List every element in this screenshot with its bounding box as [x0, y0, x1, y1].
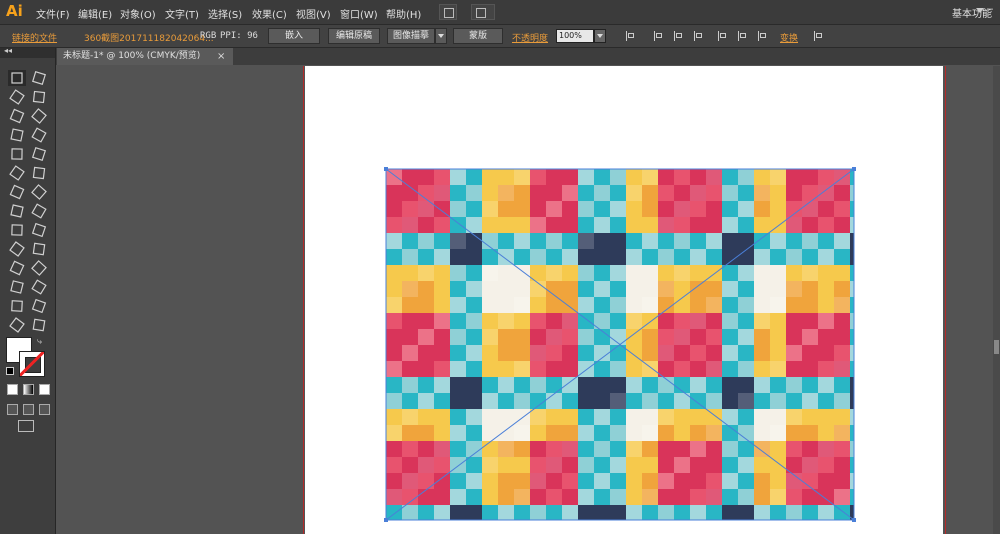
blob-brush-tool-icon[interactable] — [8, 165, 26, 181]
image-trace-dropdown[interactable] — [435, 28, 447, 44]
edit-original-button[interactable]: 编辑原稿 — [328, 28, 380, 44]
scrollbar-thumb[interactable] — [994, 340, 999, 354]
menu-effect[interactable]: 效果(C) — [252, 6, 287, 21]
hand-tool-icon[interactable] — [8, 317, 26, 333]
rotate-tool-icon[interactable] — [8, 184, 26, 200]
zoom-tool-icon[interactable] — [30, 317, 48, 333]
opacity-dropdown[interactable] — [594, 29, 606, 43]
artboard-right-edge — [945, 66, 946, 534]
document-tab-title: 未标题-1* @ 100% (CMYK/预览) — [63, 51, 201, 61]
align-right-icon[interactable] — [692, 30, 704, 42]
rectangle-tool-icon[interactable] — [30, 127, 48, 143]
linked-file-link[interactable]: 链接的文件 — [12, 31, 57, 44]
ppi-value: PPI: 96 — [220, 31, 258, 41]
pen-tool-icon[interactable] — [8, 108, 26, 124]
chevron-down-icon — [597, 34, 603, 38]
align-center-icon[interactable] — [672, 30, 684, 42]
tools-panel: ◂◂ ⤷ — [0, 46, 56, 534]
scale-tool-icon[interactable] — [30, 184, 48, 200]
swap-colors-icon[interactable]: ⤷ — [37, 337, 42, 347]
width-tool-icon[interactable] — [8, 203, 26, 219]
shape-builder-tool-icon[interactable] — [8, 222, 26, 238]
resize-handle[interactable] — [852, 518, 856, 522]
graph-tool-icon[interactable] — [30, 222, 48, 238]
screen-mode-icon[interactable] — [18, 420, 34, 432]
close-icon[interactable]: × — [217, 48, 225, 65]
workspace-switcher[interactable]: 基本功能 — [952, 5, 992, 20]
mask-button[interactable]: 蒙版 — [453, 28, 503, 44]
vertical-scrollbar[interactable] — [993, 66, 1000, 534]
draw-normal-icon[interactable] — [7, 404, 18, 415]
bridge-icon[interactable] — [439, 4, 457, 20]
blend-tool-icon[interactable] — [30, 260, 48, 276]
resize-handle[interactable] — [384, 167, 388, 171]
menu-type[interactable]: 文字(T) — [165, 6, 199, 21]
align-to-icon[interactable] — [624, 30, 636, 42]
lasso-tool-icon[interactable] — [30, 89, 48, 105]
align-middle-icon[interactable] — [736, 30, 748, 42]
menu-view[interactable]: 视图(V) — [296, 6, 331, 21]
document-tabs: 未标题-1* @ 100% (CMYK/预览) × — [56, 48, 1000, 65]
free-transform-tool-icon[interactable] — [30, 203, 48, 219]
eyedropper-tool-icon[interactable] — [8, 260, 26, 276]
chevron-down-icon — [438, 34, 444, 38]
paintbrush-tool-icon[interactable] — [8, 146, 26, 162]
menu-edit[interactable]: 编辑(E) — [78, 6, 112, 21]
gradient-mode-icon[interactable] — [23, 384, 34, 395]
arrange-documents-icon[interactable] — [471, 4, 495, 20]
line-tool-icon[interactable] — [8, 127, 26, 143]
eraser-tool-icon[interactable] — [30, 165, 48, 181]
tools-panel-header: ◂◂ — [0, 46, 55, 58]
collapse-icon[interactable]: ◂◂ — [4, 46, 12, 55]
opacity-field[interactable]: 100% — [556, 29, 594, 43]
draw-behind-icon[interactable] — [23, 404, 34, 415]
selection-bounding-box[interactable] — [380, 163, 860, 526]
menu-bar: Ai 文件(F) 编辑(E) 对象(O) 文字(T) 选择(S) 效果(C) 视… — [0, 0, 1000, 25]
menu-object[interactable]: 对象(O) — [120, 6, 156, 21]
column-graph-tool-icon[interactable] — [30, 279, 48, 295]
control-bar: 链接的文件 360截图2017111820420​64... RGB PPI: … — [0, 25, 1000, 48]
resize-handle[interactable] — [852, 167, 856, 171]
transform-link[interactable]: 变换 — [780, 31, 798, 44]
selection-tool-icon[interactable] — [8, 70, 26, 86]
symbol-sprayer-tool-icon[interactable] — [8, 279, 26, 295]
app-logo: Ai — [6, 2, 23, 20]
magic-wand-tool-icon[interactable] — [8, 89, 26, 105]
file-name-link[interactable]: 360截图2017111820420​64... — [84, 31, 214, 44]
slice-tool-icon[interactable] — [30, 298, 48, 314]
direct-selection-tool-icon[interactable] — [30, 70, 48, 86]
minimize-icon[interactable]: – — [988, 2, 994, 15]
embed-button[interactable]: 嵌入 — [268, 28, 320, 44]
mesh-tool-icon[interactable] — [8, 241, 26, 257]
document-tab[interactable]: 未标题-1* @ 100% (CMYK/预览) × — [57, 48, 233, 65]
resize-handle[interactable] — [384, 518, 388, 522]
isolate-icon[interactable] — [812, 30, 824, 42]
menu-file[interactable]: 文件(F) — [36, 6, 70, 21]
gradient-tool-icon[interactable] — [30, 241, 48, 257]
align-top-icon[interactable] — [716, 30, 728, 42]
type-tool-icon[interactable] — [30, 108, 48, 124]
menu-select[interactable]: 选择(S) — [208, 6, 242, 21]
menu-window[interactable]: 窗口(W) — [340, 6, 378, 21]
none-mode-icon[interactable] — [39, 384, 50, 395]
image-trace-button[interactable]: 图像描摹 — [387, 28, 435, 44]
stroke-swatch[interactable] — [19, 351, 45, 377]
opacity-label[interactable]: 不透明度 — [512, 31, 548, 44]
chevron-down-icon[interactable] — [976, 8, 984, 13]
default-colors-icon[interactable] — [6, 367, 14, 375]
artboard-left-edge — [303, 66, 304, 534]
align-left-icon[interactable] — [652, 30, 664, 42]
color-mode: RGB — [200, 31, 217, 41]
draw-inside-icon[interactable] — [39, 404, 50, 415]
align-bottom-icon[interactable] — [756, 30, 768, 42]
pencil-tool-icon[interactable] — [30, 146, 48, 162]
menu-help[interactable]: 帮助(H) — [386, 6, 421, 21]
color-mode-icon[interactable] — [7, 384, 18, 395]
artboard-tool-icon[interactable] — [8, 298, 26, 314]
